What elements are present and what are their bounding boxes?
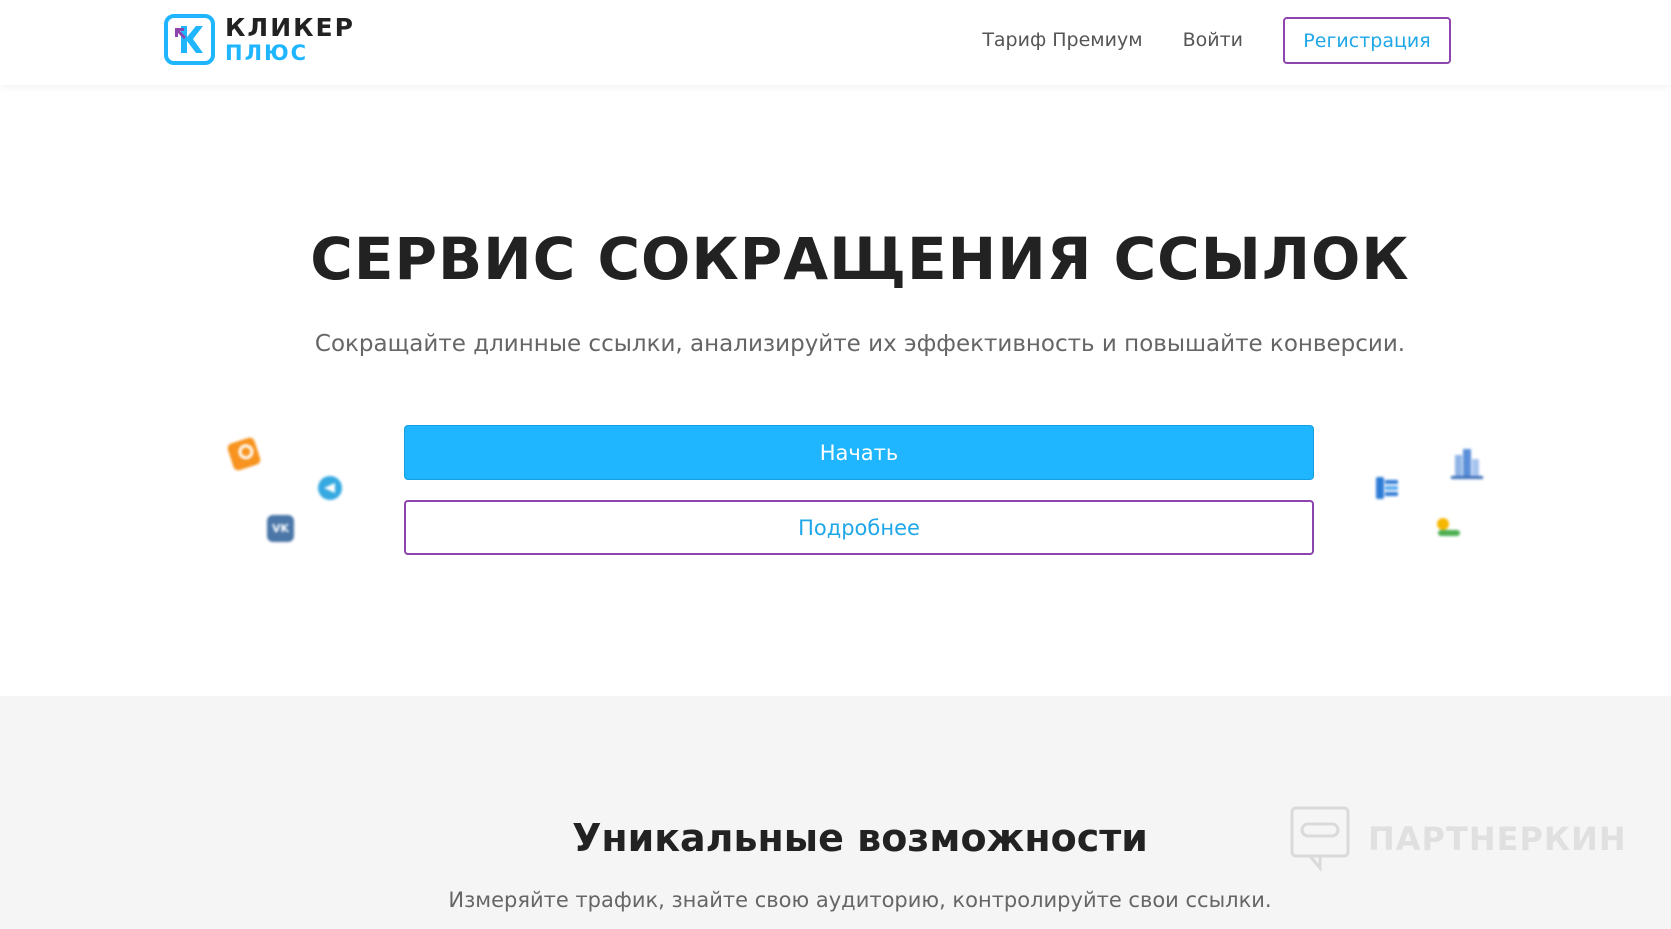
watermark: ПАРТНЕРКИН [1290,806,1627,872]
start-button[interactable]: Начать [404,425,1314,480]
coin-icon [1437,518,1460,536]
nav-login-link[interactable]: Войти [1183,17,1243,64]
logo-line1: КЛИКЕР [225,13,355,42]
odnoklassniki-icon [226,436,262,472]
register-button[interactable]: Регистрация [1283,17,1451,64]
hand-money-icon [1376,477,1398,499]
vk-icon: VK [267,515,294,542]
main-nav: Тариф Премиум Войти Регистрация [982,17,1451,64]
more-button[interactable]: Подробнее [404,500,1314,555]
nav-premium-link[interactable]: Тариф Премиум [982,17,1142,64]
site-header: КЛИКЕР ПЛЮС Тариф Премиум Войти Регистра… [0,0,1671,85]
hero-subtitle: Сокращайте длинные ссылки, анализируйте … [314,331,1406,357]
city-icon [1451,449,1483,479]
logo-text: КЛИКЕР ПЛЮС [225,15,355,64]
telegram-icon [318,476,342,500]
features-subtitle: Измеряйте трафик, знайте свою аудиторию,… [448,888,1272,912]
logo[interactable]: КЛИКЕР ПЛЮС [164,14,355,65]
watermark-logo-icon [1290,806,1350,872]
logo-line2: ПЛЮС [225,41,309,65]
watermark-text: ПАРТНЕРКИН [1368,820,1627,858]
logo-k-icon [164,14,215,65]
hero-title: СЕРВИС СОКРАЩЕНИЯ ССЫЛОК [310,225,1410,293]
